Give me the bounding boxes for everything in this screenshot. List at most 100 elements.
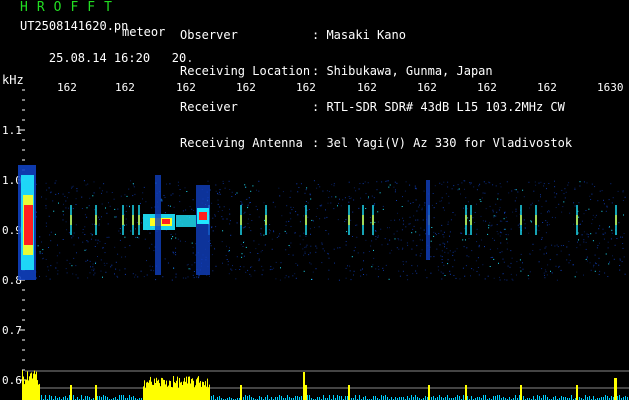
noise-pixel	[321, 242, 323, 244]
noise-pixel	[273, 231, 275, 233]
noise-pixel	[160, 198, 162, 200]
echo-column-1	[155, 175, 161, 275]
histogram-bar-cyan	[411, 395, 412, 400]
noise-pixel	[42, 258, 43, 260]
noise-pixel	[76, 190, 78, 192]
noise-pixel	[507, 265, 509, 267]
noise-pixel	[249, 273, 251, 275]
noise-pixel	[130, 180, 132, 182]
noise-pixel	[222, 218, 224, 220]
noise-pixel	[39, 236, 41, 238]
noise-pixel	[421, 207, 423, 209]
histogram-bar-yellow	[173, 376, 174, 400]
noise-pixel	[184, 241, 186, 242]
histogram-bar-yellow	[164, 380, 165, 400]
noise-pixel	[607, 276, 609, 277]
noise-pixel	[219, 193, 221, 195]
noise-pixel	[235, 278, 237, 280]
noise-pixel	[546, 274, 548, 276]
noise-pixel	[564, 197, 566, 199]
noise-pixel	[420, 253, 422, 255]
noise-pixel	[495, 203, 497, 205]
noise-pixel	[217, 199, 219, 201]
noise-pixel	[106, 262, 108, 264]
noise-pixel	[529, 271, 531, 273]
noise-pixel	[258, 216, 260, 218]
histogram-bar-cyan	[267, 395, 268, 400]
noise-pixel	[368, 196, 369, 198]
histogram-bar-cyan	[133, 396, 134, 400]
noise-pixel	[543, 253, 545, 255]
noise-pixel	[402, 270, 404, 272]
noise-pixel	[498, 209, 500, 211]
noise-pixel	[279, 279, 281, 281]
noise-pixel	[518, 226, 520, 228]
noise-pixel	[390, 219, 392, 221]
noise-pixel	[309, 262, 311, 264]
echo-streak-core	[95, 215, 97, 225]
noise-pixel	[303, 270, 305, 272]
noise-pixel	[538, 230, 540, 232]
info-values: : Masaki Kano : Shibukawa, Gunma, Japan …	[312, 28, 573, 150]
noise-pixel	[191, 264, 193, 266]
noise-pixel	[439, 182, 441, 184]
noise-pixel	[473, 186, 475, 188]
noise-pixel	[338, 202, 339, 204]
noise-pixel	[441, 197, 443, 199]
noise-pixel	[84, 249, 86, 251]
noise-pixel	[621, 261, 623, 263]
histogram-bar-cyan	[561, 396, 562, 400]
noise-pixel	[319, 186, 321, 188]
noise-pixel	[258, 180, 260, 182]
noise-pixel	[193, 277, 195, 279]
noise-pixel	[57, 244, 58, 246]
histogram-bar-cyan	[337, 395, 338, 400]
noise-pixel	[531, 202, 533, 204]
noise-pixel	[48, 247, 49, 248]
histogram-spike-yellow	[240, 385, 242, 400]
noise-pixel	[63, 214, 64, 216]
histogram-bar-yellow	[190, 383, 191, 400]
histogram-bar-cyan	[447, 395, 448, 400]
noise-pixel	[481, 197, 483, 199]
noise-pixel	[585, 210, 587, 211]
noise-pixel	[221, 216, 223, 218]
noise-pixel	[528, 181, 530, 183]
histogram-bar-cyan	[617, 396, 618, 400]
noise-pixel	[562, 245, 564, 246]
noise-pixel	[423, 204, 425, 206]
noise-pixel	[105, 207, 106, 209]
noise-pixel	[269, 230, 271, 232]
histogram-bar-yellow	[170, 381, 171, 400]
histogram-bar-cyan	[99, 396, 100, 400]
noise-pixel	[71, 187, 72, 189]
noise-pixel	[447, 186, 449, 188]
noise-pixel	[321, 262, 323, 264]
histogram-bar-yellow	[194, 387, 195, 400]
noise-pixel	[412, 240, 414, 242]
noise-pixel	[306, 187, 308, 189]
noise-pixel	[328, 257, 330, 259]
noise-pixel	[590, 233, 592, 235]
noise-pixel	[229, 223, 231, 225]
noise-pixel	[247, 223, 249, 225]
noise-pixel	[505, 234, 507, 235]
noise-pixel	[275, 261, 277, 263]
noise-pixel	[53, 210, 55, 212]
histogram-bar-yellow	[205, 381, 206, 400]
noise-pixel	[493, 216, 495, 218]
noise-pixel	[309, 252, 311, 254]
noise-pixel	[304, 253, 306, 255]
noise-pixel	[457, 189, 459, 191]
noise-pixel	[556, 254, 558, 256]
noise-pixel	[72, 273, 74, 275]
noise-pixel	[585, 248, 587, 250]
noise-pixel	[133, 186, 135, 188]
noise-pixel	[357, 252, 359, 254]
noise-pixel	[78, 237, 79, 239]
histogram-bar-yellow	[195, 385, 196, 400]
noise-pixel	[109, 205, 111, 207]
noise-pixel	[193, 271, 195, 272]
noise-pixel	[480, 200, 482, 202]
histogram-bar-yellow	[22, 370, 23, 400]
